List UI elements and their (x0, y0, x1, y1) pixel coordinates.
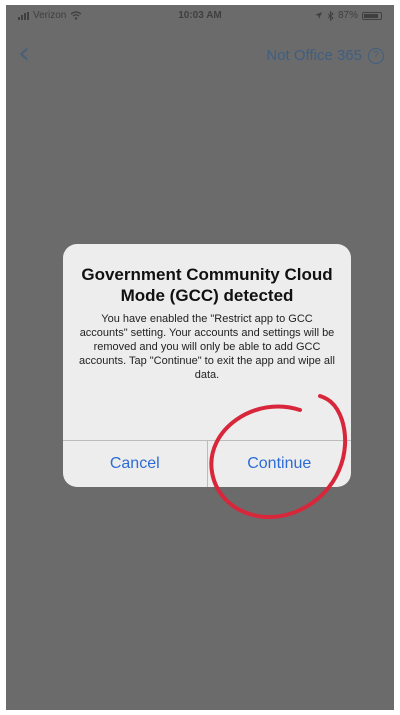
battery-percent: 87% (337, 10, 358, 21)
battery-icon (362, 11, 382, 20)
alert-button-row: Cancel Continue (63, 440, 351, 487)
location-icon (314, 12, 322, 19)
navigation-bar: ‹ Not Office 365 ? (6, 35, 394, 75)
bluetooth-icon (327, 10, 334, 21)
not-office-365-link[interactable]: Not Office 365 (266, 47, 362, 64)
gcc-alert-dialog: Government Community Cloud Mode (GCC) de… (63, 244, 351, 487)
cancel-button[interactable]: Cancel (63, 441, 207, 487)
app-screen: Verizon 10:03 AM 87% ‹ Not Office 365 ? (6, 5, 394, 710)
alert-title: Government Community Cloud Mode (GCC) de… (81, 265, 333, 305)
continue-button[interactable]: Continue (206, 441, 352, 487)
alert-message: You have enabled the "Restrict app to GC… (79, 313, 335, 381)
question-circle-icon[interactable]: ? (368, 47, 384, 64)
status-bar: Verizon 10:03 AM 87% (6, 5, 394, 27)
back-chevron-icon[interactable]: ‹ (18, 39, 44, 69)
